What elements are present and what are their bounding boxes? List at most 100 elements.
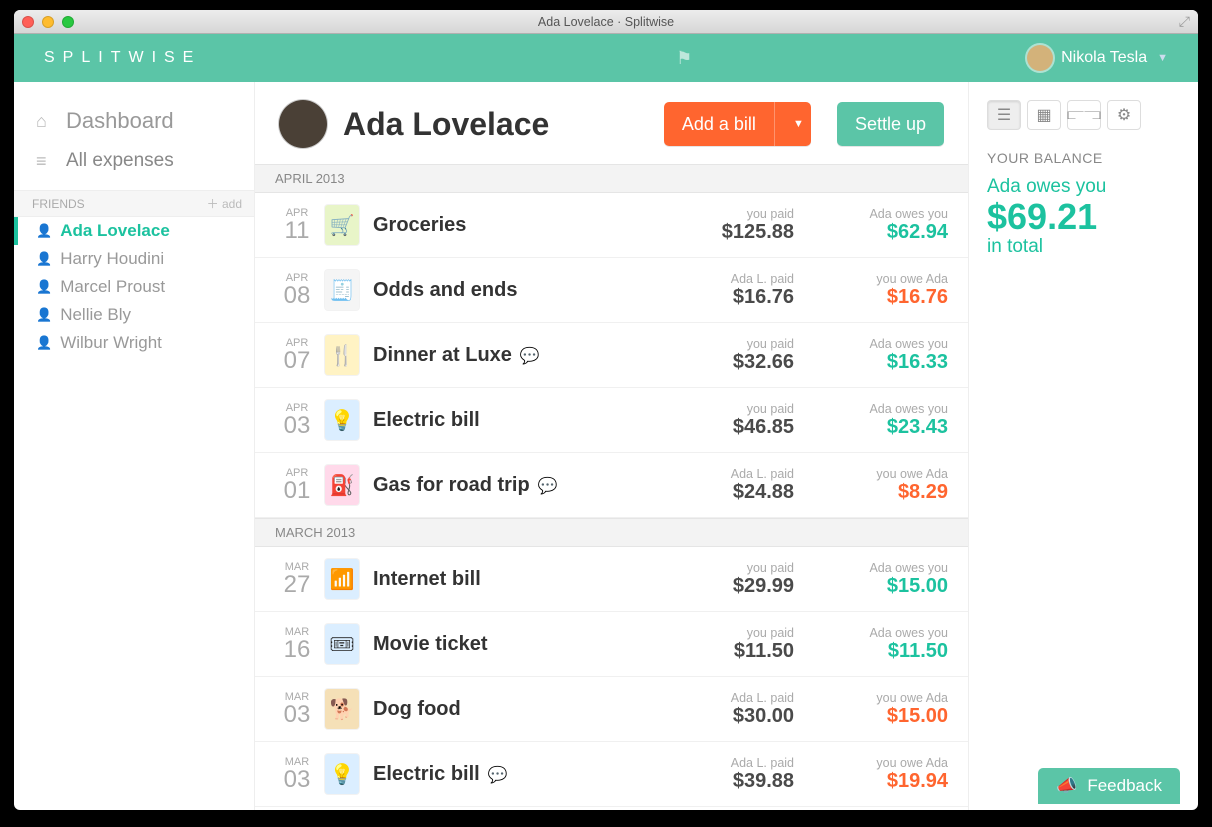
list-icon: ≡ [36, 151, 56, 172]
page-header: Ada Lovelace Add a bill ▼ Settle up [255, 82, 968, 164]
nav-dashboard[interactable]: ⌂ Dashboard [14, 100, 254, 142]
window-title: Ada Lovelace · Splitwise [14, 15, 1198, 29]
month-header: MARCH 2013 [255, 518, 968, 547]
expand-icon[interactable]: ⤢ [1179, 13, 1190, 30]
brand-logo[interactable]: SPLITWISE [44, 49, 201, 67]
app-topbar: SPLITWISE ⚑ Nikola Tesla ▼ [14, 34, 1198, 82]
megaphone-icon: 📣 [1056, 776, 1077, 796]
view-list-tab[interactable]: ☰ [987, 100, 1021, 130]
category-icon: 🎟 [325, 624, 359, 664]
right-column: ☰ ▦ ⫍⫎ ⚙ YOUR BALANCE Ada owes you $69.2… [968, 82, 1198, 810]
expense-name: Movie ticket [373, 633, 674, 656]
paid-column: you paid$11.50 [674, 626, 794, 663]
expense-date: APR11 [275, 208, 319, 243]
minimize-icon[interactable] [42, 16, 54, 28]
friend-name: Marcel Proust [60, 277, 165, 297]
person-icon: 👤 [36, 223, 52, 239]
paid-column: you paid$125.88 [674, 207, 794, 244]
view-calendar-tab[interactable]: ▦ [1027, 100, 1061, 130]
lent-column: Ada owes you$62.94 [798, 207, 948, 244]
lent-column: you owe Ada$15.00 [798, 691, 948, 728]
page-title: Ada Lovelace [343, 106, 648, 143]
expense-date: APR08 [275, 273, 319, 308]
friend-name: Harry Houdini [60, 249, 164, 269]
person-icon: 👤 [36, 279, 52, 295]
friend-name: Nellie Bly [60, 305, 131, 325]
category-icon: 🧾 [325, 270, 359, 310]
friends-header-label: FRIENDS [32, 197, 85, 211]
expense-row[interactable]: APR08🧾 Odds and endsAda L. paid$16.76you … [255, 258, 968, 323]
expense-date: MAR03 [275, 692, 319, 727]
paid-column: you paid$29.99 [674, 561, 794, 598]
paid-column: Ada L. paid$16.76 [674, 272, 794, 309]
flag-icon[interactable]: ⚑ [536, 48, 692, 69]
view-chart-tab[interactable]: ⫍⫎ [1067, 100, 1101, 130]
sidebar: ⌂ Dashboard ≡ All expenses FRIENDS ＋ add… [14, 82, 254, 810]
person-icon: 👤 [36, 251, 52, 267]
paid-column: you paid$32.66 [674, 337, 794, 374]
comment-icon: 💬 [488, 767, 508, 784]
expense-name: Internet bill [373, 568, 674, 591]
feedback-label: Feedback [1087, 776, 1162, 796]
close-icon[interactable] [22, 16, 34, 28]
lent-column: Ada owes you$11.50 [798, 626, 948, 663]
category-icon: 📶 [325, 559, 359, 599]
sidebar-friend[interactable]: 👤 Harry Houdini [14, 245, 254, 273]
user-menu[interactable]: Nikola Tesla ▼ [1027, 45, 1168, 71]
lent-column: Ada owes you$23.43 [798, 402, 948, 439]
balance-line1: Ada owes you [987, 176, 1180, 198]
paid-column: Ada L. paid$30.00 [674, 691, 794, 728]
balance-header: YOUR BALANCE [987, 150, 1180, 166]
expense-row[interactable]: APR11🛒Groceriesyou paid$125.88Ada owes y… [255, 193, 968, 258]
avatar [1027, 45, 1053, 71]
expense-name: Dog food [373, 698, 674, 721]
lent-column: you owe Ada$16.76 [798, 272, 948, 309]
expense-row[interactable]: MAR16🎟 Movie ticketyou paid$11.50Ada owes… [255, 612, 968, 677]
category-icon: 🛒 [325, 205, 359, 245]
category-icon: 💡 [325, 754, 359, 794]
feedback-button[interactable]: 📣 Feedback [1038, 768, 1180, 804]
expense-row[interactable]: APR03💡Electric billyou paid$46.85Ada owe… [255, 388, 968, 453]
category-icon: 💡 [325, 400, 359, 440]
comment-icon: 💬 [538, 478, 558, 495]
expense-row[interactable]: APR07🍴Dinner at Luxe💬you paid$32.66Ada o… [255, 323, 968, 388]
friend-avatar [279, 100, 327, 148]
expense-row[interactable]: MAR03🐕Dog foodAda L. paid$30.00you owe A… [255, 677, 968, 742]
home-icon: ⌂ [36, 111, 56, 132]
lent-column: Ada owes you$15.00 [798, 561, 948, 598]
add-bill-dropdown[interactable]: ▼ [774, 102, 811, 146]
month-header: APRIL 2013 [255, 164, 968, 193]
nav-all-expenses-label: All expenses [66, 150, 174, 172]
expense-name: Electric bill💬 [373, 763, 674, 786]
category-icon: 🍴 [325, 335, 359, 375]
expense-row[interactable]: MAR03💡 Electric bill💬Ada L. paid$39.88you… [255, 742, 968, 807]
add-friend-button[interactable]: ＋ add [207, 195, 242, 212]
sidebar-friend[interactable]: 👤 Marcel Proust [14, 273, 254, 301]
user-name: Nikola Tesla [1061, 49, 1147, 67]
expense-date: MAR27 [275, 562, 319, 597]
expense-date: MAR16 [275, 627, 319, 662]
chevron-down-icon: ▼ [1157, 52, 1168, 64]
lent-column: you owe Ada$8.29 [798, 467, 948, 504]
expense-date: MAR03 [275, 757, 319, 792]
settle-up-button[interactable]: Settle up [837, 102, 944, 146]
person-icon: 👤 [36, 307, 52, 323]
lent-column: you owe Ada$19.94 [798, 756, 948, 793]
add-bill-label[interactable]: Add a bill [664, 102, 774, 146]
expense-date: APR03 [275, 403, 319, 438]
sidebar-friend[interactable]: 👤 Nellie Bly [14, 301, 254, 329]
expense-row[interactable]: APR01⛽Gas for road trip💬Ada L. paid$24.8… [255, 453, 968, 518]
add-bill-button[interactable]: Add a bill ▼ [664, 102, 811, 146]
settings-button[interactable]: ⚙ [1107, 100, 1141, 130]
category-icon: ⛽ [325, 465, 359, 505]
expense-name: Odds and ends [373, 279, 674, 302]
nav-dashboard-label: Dashboard [66, 108, 174, 134]
sidebar-friend[interactable]: 👤Ada Lovelace [14, 217, 254, 245]
window-titlebar: Ada Lovelace · Splitwise ⤢ [14, 10, 1198, 34]
person-icon: 👤 [36, 335, 52, 351]
zoom-icon[interactable] [62, 16, 74, 28]
sidebar-friend[interactable]: 👤Wilbur Wright [14, 329, 254, 357]
expense-row[interactable]: MAR27📶 Internet billyou paid$29.99Ada owe… [255, 547, 968, 612]
paid-column: Ada L. paid$39.88 [674, 756, 794, 793]
nav-all-expenses[interactable]: ≡ All expenses [14, 142, 254, 180]
